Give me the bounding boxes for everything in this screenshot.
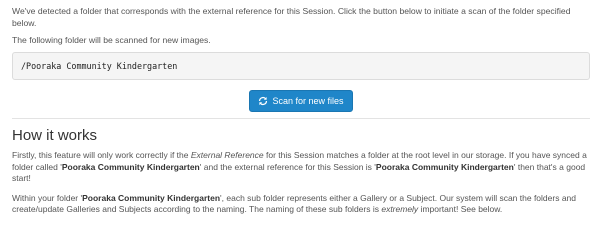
subintro-text: The following folder will be scanned for… — [12, 35, 211, 45]
intro-text: We've detected a folder that corresponds… — [12, 6, 571, 28]
scan-button-label: Scan for new files — [272, 96, 344, 106]
folder-name-bold: Pooraka Community Kindergarten — [61, 161, 200, 172]
folder-path-box: /Pooraka Community Kindergarten — [12, 52, 590, 80]
external-reference-bold: Pooraka Community Kindergarten — [375, 161, 514, 172]
how-it-works-paragraph-1: Firstly, this feature will only work cor… — [12, 150, 587, 183]
scan-button[interactable]: Scan for new files — [249, 90, 353, 112]
refresh-icon — [258, 96, 268, 106]
scan-panel: We've detected a folder that corresponds… — [0, 0, 602, 216]
folder-name-bold: Pooraka Community Kindergarten — [82, 192, 221, 203]
section-title: How it works — [12, 127, 98, 144]
divider — [12, 118, 590, 119]
how-it-works-paragraph-2: Within your folder 'Pooraka Community Ki… — [12, 192, 577, 215]
folder-path: /Pooraka Community Kindergarten — [21, 61, 178, 71]
